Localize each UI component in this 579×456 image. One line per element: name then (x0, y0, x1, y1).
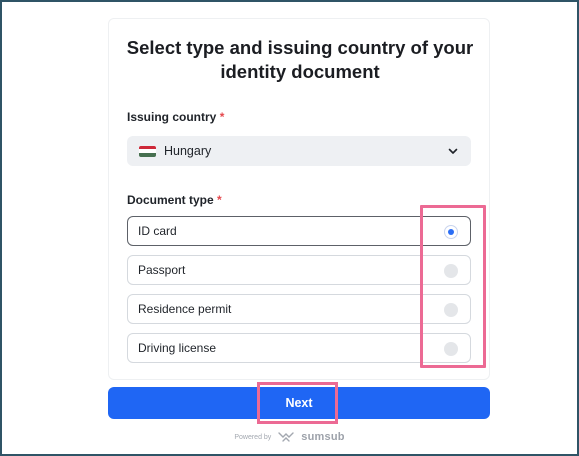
powered-by-text: Powered by (234, 433, 272, 441)
option-label: Passport (138, 263, 186, 277)
required-asterisk: * (217, 193, 222, 207)
issuing-country-value: Hungary (164, 144, 212, 158)
page-title: Select type and issuing country of your … (126, 37, 474, 82)
radio-highlight-box (420, 205, 486, 368)
powered-by-footer: Powered by sumsub (0, 431, 579, 443)
chevron-down-icon (448, 148, 458, 154)
next-highlight-box (257, 382, 338, 424)
option-label: ID card (138, 224, 177, 238)
issuing-country-select[interactable]: Hungary (127, 136, 471, 166)
document-type-label-text: Document type (127, 193, 214, 207)
sumsub-logo-icon (278, 432, 294, 442)
hungary-flag-icon (139, 145, 156, 157)
document-type-label: Document type * (127, 193, 222, 207)
issuing-country-label: Issuing country * (127, 110, 224, 124)
sumsub-brand: sumsub (301, 431, 345, 443)
option-label: Residence permit (138, 302, 232, 316)
option-label: Driving license (138, 341, 217, 355)
required-asterisk: * (219, 110, 225, 124)
issuing-country-label-text: Issuing country (127, 110, 217, 124)
